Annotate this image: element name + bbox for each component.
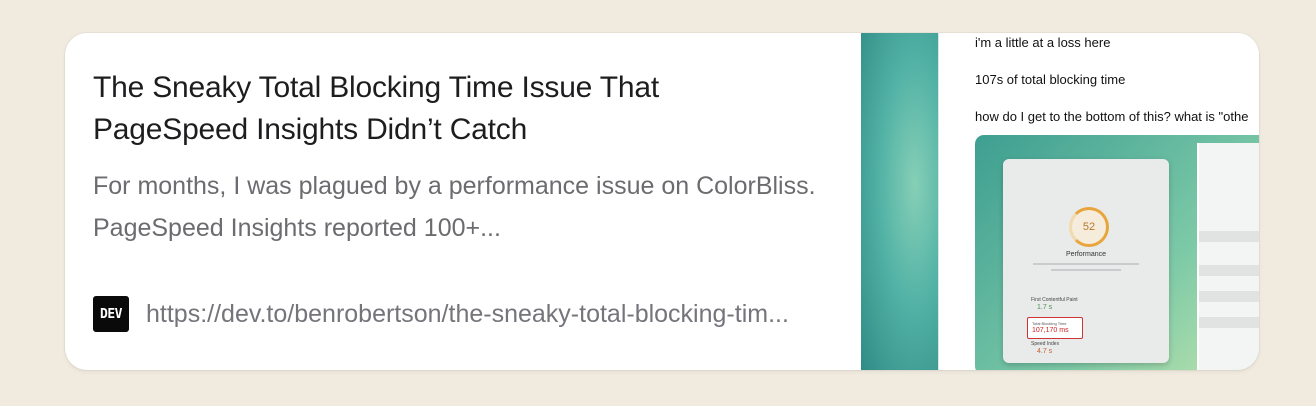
thumbnail-post-content: i'm a little at a loss here 107s of tota… [939, 33, 1259, 370]
performance-label: Performance [1065, 251, 1107, 258]
metric-name: Speed Index [1031, 341, 1060, 347]
divider [1033, 263, 1139, 265]
pagespeed-panel: 52 Performance First Contentful Paint 1.… [1003, 159, 1169, 363]
thumbnail-text-line: i'm a little at a loss here [975, 35, 1111, 50]
metric-name: First Contentful Paint [1031, 297, 1078, 303]
metric-value: 1.7 s [1037, 304, 1053, 311]
total-blocking-time-highlight: Total Blocking Time 107,170 ms [1027, 317, 1083, 339]
card-url[interactable]: https://dev.to/benrobertson/the-sneaky-t… [146, 300, 836, 329]
card-thumbnail[interactable]: i'm a little at a loss here 107s of tota… [861, 33, 1259, 370]
thumbnail-background-strip [861, 33, 939, 370]
card-text-column: The Sneaky Total Blocking Time Issue Tha… [93, 33, 853, 370]
dev-logo-icon: DEV [93, 296, 129, 332]
thumbnail-text-line: 107s of total blocking time [975, 72, 1126, 87]
performance-score-gauge: 52 [1069, 207, 1109, 247]
metric-value: 4.7 s [1037, 348, 1053, 355]
card-title[interactable]: The Sneaky Total Blocking Time Issue Tha… [93, 67, 813, 151]
card-source[interactable]: DEV https://dev.to/benrobertson/the-snea… [93, 296, 836, 332]
card-description: For months, I was plagued by a performan… [93, 172, 816, 242]
embedded-pagespeed-screenshot: 52 Performance First Contentful Paint 1.… [975, 135, 1259, 370]
side-panel-row [1199, 231, 1259, 242]
divider [1051, 269, 1121, 271]
metric-value: 107,170 ms [1032, 327, 1069, 334]
pagespeed-side-panel [1197, 143, 1259, 370]
side-panel-row [1199, 265, 1259, 276]
thumbnail-text-line: how do I get to the bottom of this? what… [975, 109, 1249, 124]
link-preview-card[interactable]: The Sneaky Total Blocking Time Issue Tha… [65, 33, 1259, 370]
metric-name: Total Blocking Time [1032, 321, 1067, 326]
side-panel-row [1199, 317, 1259, 328]
side-panel-row [1199, 291, 1259, 302]
